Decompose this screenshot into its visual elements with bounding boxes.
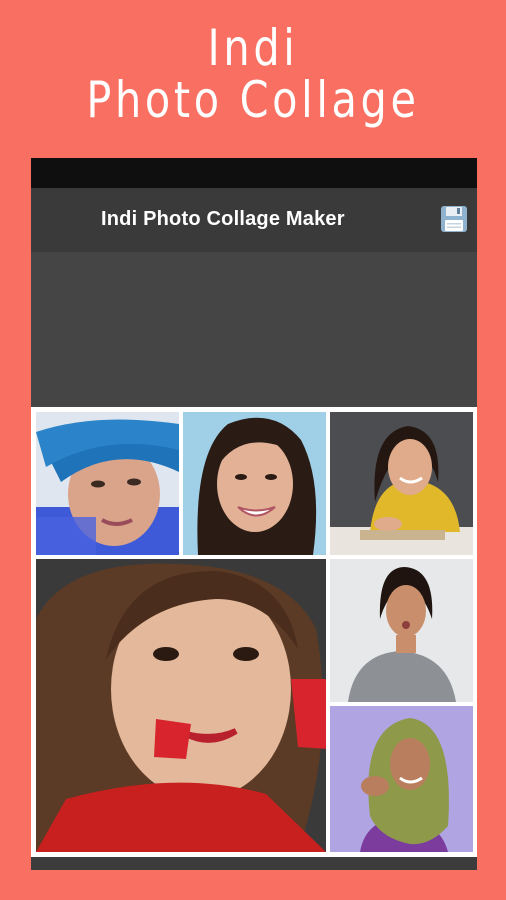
status-bar (31, 158, 477, 188)
photo-woman-smiling-long-hair[interactable] (183, 412, 326, 555)
banner-area (31, 252, 477, 407)
promo-title: Indi Photo Collage (20, 22, 486, 126)
bottom-bar (31, 857, 477, 870)
app-title: Indi Photo Collage Maker (101, 208, 345, 230)
app-bar: Indi Photo Collage Maker (31, 188, 477, 252)
promo-title-line2: Photo Collage (86, 71, 420, 129)
photo-woman-red-earrings[interactable] (36, 559, 326, 852)
photo-woman-grey-top[interactable] (330, 559, 473, 702)
promo-title-line1: Indi (207, 19, 299, 77)
floppy-disk-icon (441, 206, 467, 232)
photo-woman-green-scarf[interactable] (330, 706, 473, 852)
photo-woman-yellow-shirt-book[interactable] (330, 412, 473, 555)
photo-woman-blue-turban[interactable] (36, 412, 179, 555)
phone-screen: Indi Photo Collage Maker (31, 158, 477, 870)
save-button[interactable] (439, 204, 469, 234)
photo-collage (31, 407, 477, 857)
